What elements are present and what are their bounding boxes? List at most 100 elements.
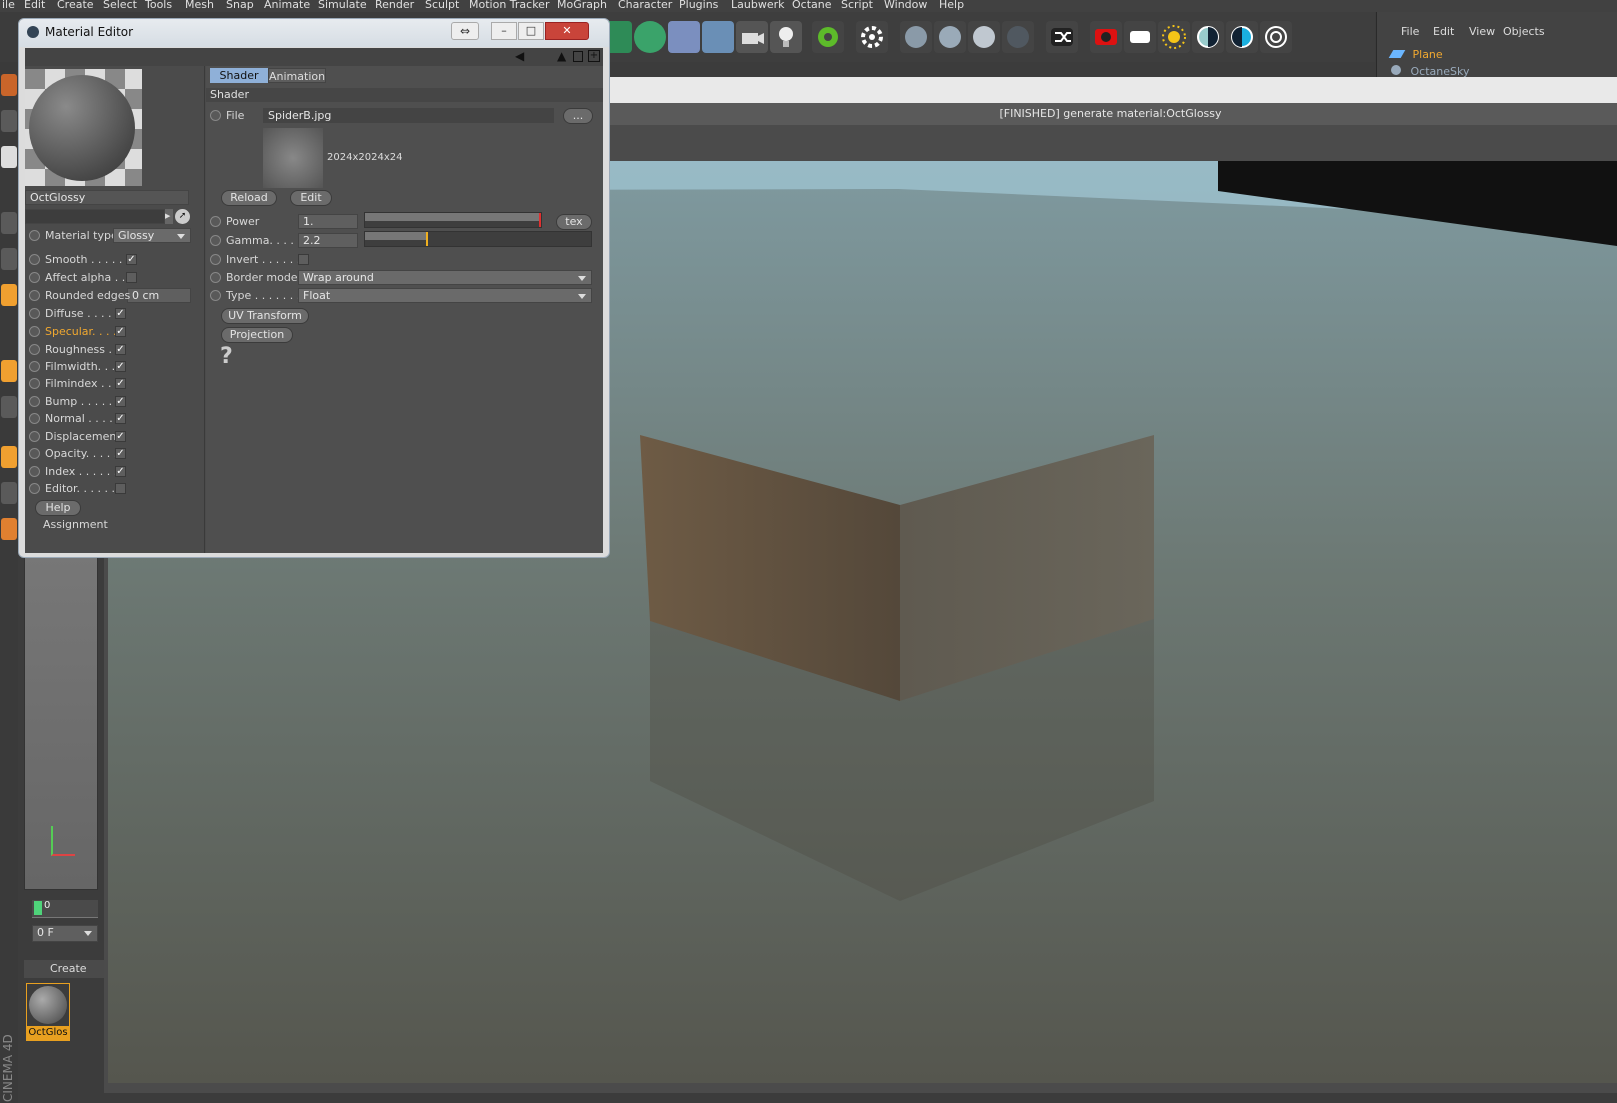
minimize-button[interactable]: – [491,22,517,40]
invert-checkbox[interactable] [298,254,309,265]
assignment-tab[interactable]: Assignment [43,518,108,531]
file-browse-button[interactable]: ... [563,108,593,124]
gamma-field[interactable]: 2.2 [298,233,358,248]
channel-checkbox[interactable]: ✓ [115,413,126,424]
channel-label[interactable]: Roughness . . [45,343,119,356]
camera-icon[interactable] [736,21,768,53]
menu-window[interactable]: Window [884,0,927,11]
up-arrow-icon[interactable]: ▲ [557,49,566,63]
gamma-slider-knob[interactable] [426,232,429,246]
material-name-field[interactable]: OctGlossy [25,190,189,205]
snap-icon[interactable] [1,396,17,418]
material-type-radio[interactable] [29,229,40,241]
menu-render[interactable]: Render [375,0,414,11]
channel-radio[interactable] [29,343,40,355]
nurbs-icon[interactable] [668,21,700,53]
channel-label[interactable]: Bump . . . . . . [45,395,119,408]
objects-menu-view[interactable]: View [1469,25,1495,38]
new-panel-icon[interactable]: + [588,50,600,62]
help-question-icon[interactable]: ? [220,344,233,369]
rounded-edges-field[interactable]: 0 cm [127,288,191,303]
edge-tool-icon[interactable] [1,248,17,270]
menu-edit[interactable]: Edit [24,0,45,11]
channel-checkbox[interactable]: ✓ [115,396,126,407]
file-path-field[interactable]: SpiderB.jpg [263,108,554,123]
channel-label[interactable]: Normal . . . . . [45,412,120,425]
channel-checkbox[interactable]: ✓ [115,361,126,372]
channel-checkbox[interactable]: ✓ [115,378,126,389]
type-radio[interactable] [210,289,221,301]
border-mode-dropdown[interactable]: Wrap around [298,270,592,285]
tab-shader[interactable]: Shader [210,68,268,83]
menu-animate[interactable]: Animate [264,0,310,11]
file-radio[interactable] [210,109,221,121]
objects-menu-file[interactable]: File [1401,25,1419,38]
menu-tools[interactable]: Tools [145,0,172,11]
menu-laubwerk[interactable]: Laubwerk [731,0,784,11]
channel-checkbox[interactable]: ✓ [115,326,126,337]
timeline-ruler[interactable]: 0 [32,900,98,918]
record-icon[interactable] [1090,21,1122,53]
menu-create[interactable]: Create [57,0,94,11]
material-editor-titlebar[interactable]: Material Editor ⇔ – □ ✕ [19,19,609,47]
channel-label[interactable]: Index . . . . . . [45,465,117,478]
channel-radio[interactable] [29,271,40,283]
channel-label[interactable]: Editor. . . . . . [45,482,115,495]
aov-icon[interactable] [1226,21,1258,53]
channel-checkbox[interactable]: ✓ [115,431,126,442]
objects-menu-objects[interactable]: Objects [1503,25,1545,38]
gear-icon[interactable] [856,21,888,53]
menu-ile[interactable]: ile [2,0,15,11]
move-tool-icon[interactable] [1,74,17,96]
menu-snap[interactable]: Snap [226,0,254,11]
gamma-radio[interactable] [210,234,221,246]
channel-radio[interactable] [29,253,40,265]
contrast-icon[interactable] [1192,21,1224,53]
target-icon[interactable] [1260,21,1292,53]
play-arrow-icon[interactable]: ▶ [165,209,173,224]
octane-icon[interactable] [812,21,844,53]
menu-script[interactable]: Script [841,0,873,11]
channel-label[interactable]: Displacement [45,430,121,443]
channel-radio[interactable] [29,395,40,407]
film-icon[interactable] [1124,21,1156,53]
tex-button[interactable]: tex [556,214,592,230]
menu-mesh[interactable]: Mesh [185,0,214,11]
channel-radio[interactable] [29,482,40,494]
channel-checkbox[interactable]: ✓ [115,344,126,355]
objects-menu-edit[interactable]: Edit [1433,25,1454,38]
channel-checkbox[interactable]: ✓ [115,448,126,459]
menu-mograph[interactable]: MoGraph [557,0,607,11]
mouse-icon[interactable] [1,360,17,382]
channel-label[interactable]: Filmindex . . . [45,377,118,390]
channel-radio[interactable] [29,360,40,372]
material-type-dropdown[interactable]: Glossy [113,228,191,243]
resize-arrows-icon[interactable]: ⇔ [451,22,479,40]
channel-radio[interactable] [29,412,40,424]
lock-icon[interactable] [1,482,17,504]
menu-character[interactable]: Character [618,0,672,11]
power-radio[interactable] [210,215,221,227]
channel-checkbox[interactable]: ✓ [126,254,137,265]
menu-plugins[interactable]: Plugins [679,0,718,11]
channel-checkbox[interactable] [126,272,137,283]
channel-label[interactable]: Affect alpha . . . [45,271,132,284]
help-button[interactable]: Help [35,500,81,516]
object-row-plane[interactable]: Plane [1388,48,1611,64]
menu-select[interactable]: Select [103,0,137,11]
material-sphere-2-icon[interactable] [934,21,966,53]
material-sphere-1-icon[interactable] [900,21,932,53]
channel-radio[interactable] [29,447,40,459]
reload-button[interactable]: Reload [221,190,277,206]
channel-label[interactable]: Diffuse . . . . . [45,307,119,320]
power-slider-knob[interactable] [539,213,541,227]
back-arrow-icon[interactable]: ◀ [515,49,524,63]
menu-simulate[interactable]: Simulate [318,0,367,11]
channel-radio[interactable] [29,430,40,442]
channel-radio[interactable] [29,465,40,477]
close-button[interactable]: ✕ [545,22,589,40]
gamma-slider[interactable] [364,231,592,247]
menu-sculpt[interactable]: Sculpt [425,0,459,11]
sun-icon[interactable] [1158,21,1190,53]
channel-radio[interactable] [29,377,40,389]
